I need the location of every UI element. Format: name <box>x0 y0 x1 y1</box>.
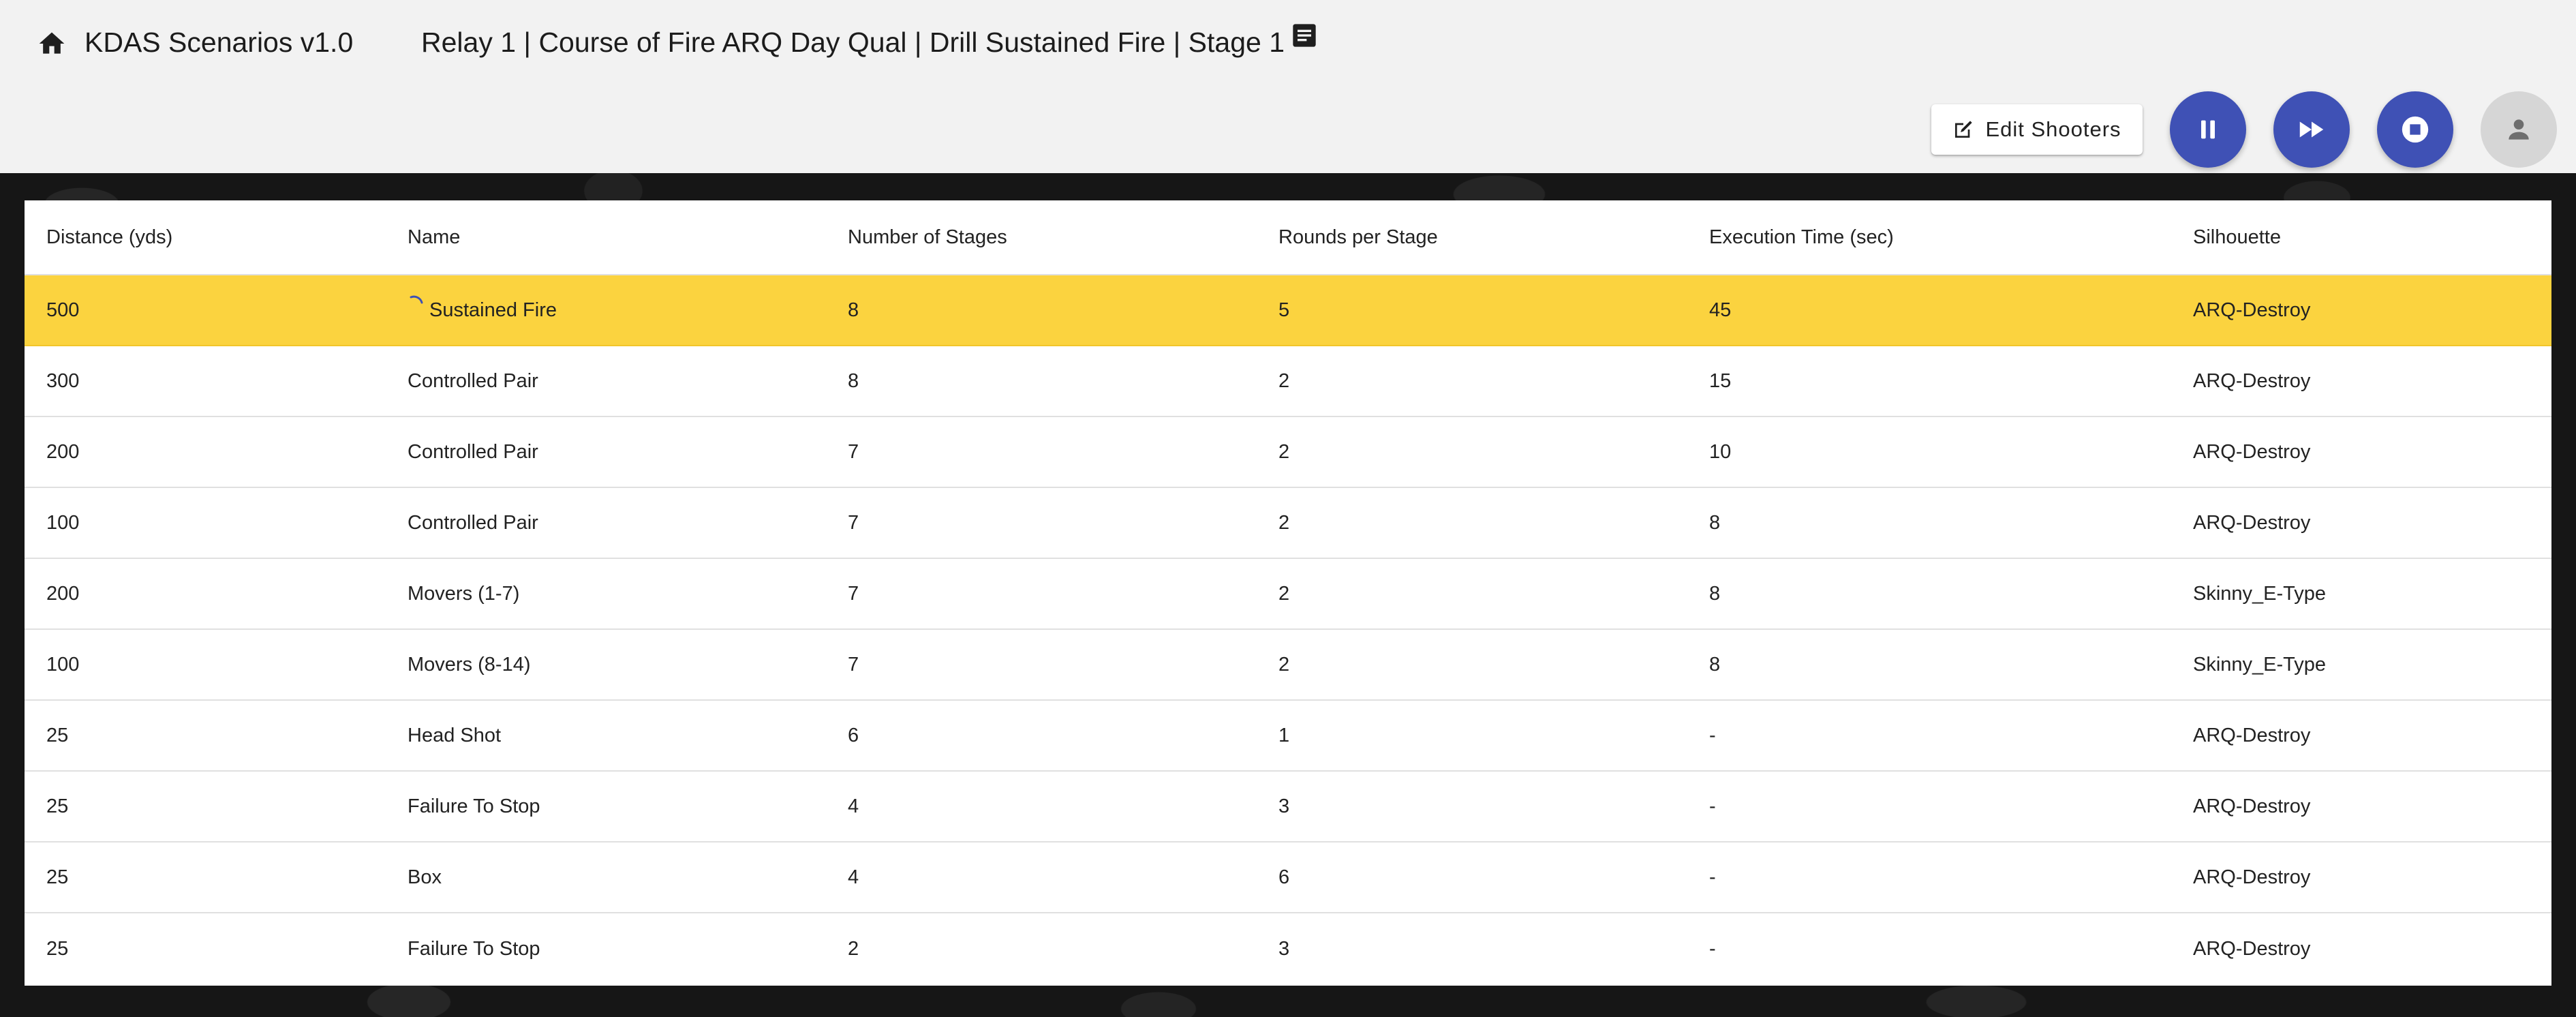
cell-name: Controlled Pair <box>408 440 538 463</box>
notes-button[interactable] <box>1291 22 1318 49</box>
table-row[interactable]: 200 Controlled Pair 7 2 10 ARQ-Destroy <box>25 417 2551 488</box>
cell-distance: 100 <box>46 511 80 534</box>
cell-execution-time: 8 <box>1709 511 1721 534</box>
column-header-stages: Number of Stages <box>848 226 1007 248</box>
cell-execution-time: 8 <box>1709 582 1721 605</box>
cell-silhouette: ARQ-Destroy <box>2193 795 2311 817</box>
cell-distance: 25 <box>46 724 69 746</box>
cell-name: Movers (1-7) <box>408 582 520 605</box>
app-title: KDAS Scenarios v1.0 <box>85 27 354 58</box>
cell-rounds: 2 <box>1278 582 1290 605</box>
cell-rounds: 3 <box>1278 937 1290 960</box>
table-row[interactable]: 25 Failure To Stop 4 3 - ARQ-Destroy <box>25 772 2551 843</box>
cell-name: Head Shot <box>408 724 502 746</box>
cell-distance: 25 <box>46 866 69 888</box>
cell-execution-time: - <box>1709 937 1716 960</box>
cell-stages: 7 <box>848 582 859 605</box>
cell-stages: 8 <box>848 369 859 392</box>
cell-stages: 8 <box>848 299 859 321</box>
table-row-active[interactable]: 500 Sustained Fire 8 5 45 ARQ-Destroy <box>25 275 2551 346</box>
cell-rounds: 2 <box>1278 511 1290 534</box>
table-row[interactable]: 300 Controlled Pair 8 2 15 ARQ-Destroy <box>25 346 2551 417</box>
cell-silhouette: ARQ-Destroy <box>2193 724 2311 746</box>
column-header-silhouette: Silhouette <box>2193 226 2281 248</box>
edit-shooters-label: Edit Shooters <box>1985 117 2121 141</box>
table-row[interactable]: 100 Movers (8-14) 7 2 8 Skinny_E-Type <box>25 630 2551 701</box>
fast-forward-button[interactable] <box>2273 91 2350 168</box>
home-icon <box>39 32 65 54</box>
table-row[interactable]: 25 Box 4 6 - ARQ-Destroy <box>25 843 2551 913</box>
cell-stages: 7 <box>848 511 859 534</box>
cell-execution-time: - <box>1709 724 1716 746</box>
cell-execution-time: 15 <box>1709 369 1732 392</box>
cell-name: Box <box>408 866 442 888</box>
cell-execution-time: 10 <box>1709 440 1732 463</box>
table-row[interactable]: 100 Controlled Pair 7 2 8 ARQ-Destroy <box>25 488 2551 559</box>
cell-rounds: 5 <box>1278 299 1290 321</box>
column-header-name: Name <box>408 226 461 248</box>
drill-table: Distance (yds) Name Number of Stages Rou… <box>25 200 2551 986</box>
person-icon <box>2509 119 2529 140</box>
cell-rounds: 6 <box>1278 866 1290 888</box>
edit-icon <box>1955 121 1973 138</box>
cell-rounds: 2 <box>1278 369 1290 392</box>
cell-name-text: Sustained Fire <box>429 299 557 321</box>
cell-silhouette: ARQ-Destroy <box>2193 299 2311 321</box>
cell-name: Movers (8-14) <box>408 653 531 676</box>
pause-icon <box>2201 120 2215 139</box>
cell-stages: 4 <box>848 795 859 817</box>
cell-name: Failure To Stop <box>408 937 540 960</box>
table-row[interactable]: 25 Failure To Stop 2 3 - ARQ-Destroy <box>25 913 2551 984</box>
edit-shooters-button[interactable]: Edit Shooters <box>1931 104 2143 155</box>
cell-silhouette: ARQ-Destroy <box>2193 440 2311 463</box>
cell-distance: 25 <box>46 795 69 817</box>
fast-forward-icon <box>2299 121 2324 138</box>
cell-name: Controlled Pair <box>408 369 538 392</box>
user-avatar[interactable] <box>2481 91 2557 168</box>
table-row[interactable]: 200 Movers (1-7) 7 2 8 Skinny_E-Type <box>25 559 2551 630</box>
cell-silhouette: ARQ-Destroy <box>2193 369 2311 392</box>
cell-name: Sustained Fire <box>408 275 557 345</box>
app-bar: KDAS Scenarios v1.0 Relay 1 | Course of … <box>0 0 2576 173</box>
cell-name: Controlled Pair <box>408 511 538 534</box>
cell-stages: 4 <box>848 866 859 888</box>
cell-silhouette: ARQ-Destroy <box>2193 511 2311 534</box>
cell-silhouette: Skinny_E-Type <box>2193 653 2327 676</box>
cell-distance: 200 <box>46 582 80 605</box>
column-header-execution-time: Execution Time (sec) <box>1709 226 1894 248</box>
breadcrumb: Relay 1 | Course of Fire ARQ Day Qual | … <box>421 27 1285 58</box>
stop-icon <box>2402 116 2429 143</box>
cell-distance: 200 <box>46 440 80 463</box>
cell-rounds: 2 <box>1278 653 1290 676</box>
cell-stages: 2 <box>848 937 859 960</box>
stop-button[interactable] <box>2377 91 2453 168</box>
cell-execution-time: 8 <box>1709 653 1721 676</box>
home-button[interactable] <box>33 25 71 63</box>
loading-spinner-icon <box>410 295 423 304</box>
cell-distance: 100 <box>46 653 80 676</box>
cell-rounds: 3 <box>1278 795 1290 817</box>
cell-distance: 25 <box>46 937 69 960</box>
cell-distance: 500 <box>46 299 80 321</box>
table-header-row: Distance (yds) Name Number of Stages Rou… <box>25 200 2551 275</box>
cell-stages: 7 <box>848 440 859 463</box>
cell-stages: 7 <box>848 653 859 676</box>
pause-button[interactable] <box>2170 91 2246 168</box>
cell-silhouette: ARQ-Destroy <box>2193 866 2311 888</box>
cell-stages: 6 <box>848 724 859 746</box>
column-header-rounds: Rounds per Stage <box>1278 226 1438 248</box>
notes-icon <box>1293 24 1316 47</box>
cell-rounds: 1 <box>1278 724 1290 746</box>
cell-distance: 300 <box>46 369 80 392</box>
cell-silhouette: Skinny_E-Type <box>2193 582 2327 605</box>
cell-execution-time: 45 <box>1709 299 1732 321</box>
table-row[interactable]: 25 Head Shot 6 1 - ARQ-Destroy <box>25 701 2551 772</box>
cell-execution-time: - <box>1709 795 1716 817</box>
cell-silhouette: ARQ-Destroy <box>2193 937 2311 960</box>
cell-name: Failure To Stop <box>408 795 540 817</box>
column-header-distance: Distance (yds) <box>46 226 173 248</box>
cell-rounds: 2 <box>1278 440 1290 463</box>
cell-execution-time: - <box>1709 866 1716 888</box>
